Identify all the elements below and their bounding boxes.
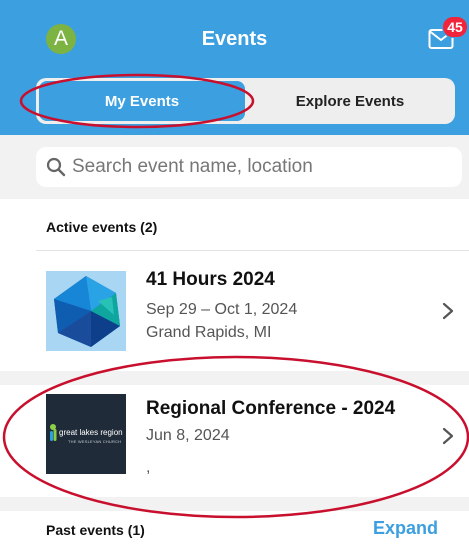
expand-button[interactable]: Expand bbox=[373, 518, 438, 539]
app-header: A Events 45 My Events Explore Events bbox=[0, 0, 469, 135]
event-thumbnail-41-hours bbox=[46, 271, 126, 351]
tab-explore-events[interactable]: Explore Events bbox=[248, 81, 452, 121]
search-placeholder: Search event name, location bbox=[72, 156, 313, 177]
past-events-heading: Past events (1) bbox=[46, 522, 145, 538]
event-date: Sep 29 – Oct 1, 2024 bbox=[146, 301, 298, 318]
event-row-regional-conference[interactable]: great lakes region THE WESLEYAN CHURCH R… bbox=[0, 385, 469, 497]
tab-my-events[interactable]: My Events bbox=[39, 81, 245, 121]
event-location: Grand Rapids, MI bbox=[146, 324, 272, 341]
row-separator bbox=[0, 371, 469, 385]
event-date: Jun 8, 2024 bbox=[146, 427, 230, 444]
unread-badge: 45 bbox=[442, 16, 468, 38]
chevron-right-icon bbox=[442, 302, 454, 320]
search-input[interactable]: Search event name, location bbox=[36, 147, 462, 187]
event-title: Regional Conference - 2024 bbox=[146, 398, 396, 419]
event-row-41-hours[interactable]: 41 Hours 2024 Sep 29 – Oct 1, 2024 Grand… bbox=[0, 251, 469, 371]
event-tabs: My Events Explore Events bbox=[36, 78, 455, 124]
chevron-right-icon bbox=[442, 427, 454, 445]
active-events-heading: Active events (2) bbox=[46, 219, 158, 235]
event-title: 41 Hours 2024 bbox=[146, 269, 275, 290]
page-title: Events bbox=[201, 28, 268, 50]
search-icon bbox=[46, 157, 66, 177]
logo-text: great lakes region bbox=[59, 428, 123, 437]
section-separator bbox=[0, 497, 469, 511]
event-thumbnail-regional-conference: great lakes region THE WESLEYAN CHURCH bbox=[46, 394, 126, 474]
event-location: , bbox=[146, 459, 151, 476]
logo-subtext: THE WESLEYAN CHURCH bbox=[68, 439, 122, 444]
